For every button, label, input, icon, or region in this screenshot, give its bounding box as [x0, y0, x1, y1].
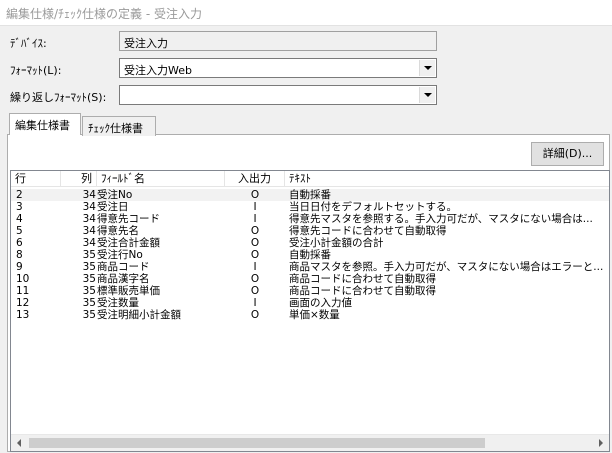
- io-type: O: [250, 225, 260, 237]
- format-label: ﾌｫｰﾏｯﾄ(L):: [10, 64, 62, 77]
- repeat-format-select[interactable]: [119, 85, 437, 105]
- table-row[interactable]: 3 34 受注日 I 当日日付をデフォルトセットする。: [11, 201, 609, 213]
- io-type: I: [253, 213, 257, 225]
- row-number: 4: [16, 213, 23, 225]
- list-header: 行 列 ﾌｨｰﾙﾄﾞ名 入出力 ﾃｷｽﾄ: [11, 171, 609, 187]
- column-number: 35: [82, 273, 96, 285]
- io-type: O: [250, 249, 260, 261]
- io-type: I: [253, 261, 257, 273]
- description-text: 得意先コードに合わせて自動取得: [289, 225, 447, 237]
- table-row[interactable]: 5 34 得意先名 O 得意先コードに合わせて自動取得: [11, 225, 609, 237]
- format-select[interactable]: 受注入力Web: [119, 58, 437, 78]
- field-name: 標準販売単価: [97, 285, 160, 297]
- tab-edit-spec[interactable]: 編集仕様書: [9, 113, 81, 135]
- description-text: 受注小計金額の合計: [289, 237, 384, 249]
- row-number: 6: [16, 237, 23, 249]
- column-number: 34: [82, 225, 96, 237]
- description-text: 得意先マスタを参照する。手入力可だが、マスタにない場合は...: [289, 213, 593, 225]
- detail-button[interactable]: 詳細(D)...: [531, 142, 604, 166]
- chevron-down-icon[interactable]: [419, 87, 435, 103]
- row-number: 9: [16, 261, 23, 273]
- horizontal-scrollbar[interactable]: [11, 434, 609, 451]
- io-type: I: [253, 201, 257, 213]
- repeat-format-label: 繰り返しﾌｫｰﾏｯﾄ(S):: [10, 91, 107, 104]
- column-number: 35: [82, 249, 96, 261]
- row-number: 11: [16, 285, 30, 297]
- chevron-down-icon[interactable]: [419, 60, 435, 76]
- description-text: 画面の入力値: [289, 297, 352, 309]
- field-name: 得意先名: [97, 225, 139, 237]
- io-type: O: [250, 189, 260, 201]
- field-name: 受注No: [97, 189, 133, 201]
- table-row[interactable]: 4 34 得意先コード I 得意先マスタを参照する。手入力可だが、マスタにない場合は..…: [11, 213, 609, 225]
- table-row[interactable]: 9 35 商品コード I 商品マスタを参照。手入力可だが、マスタにない場合はエラーと..…: [11, 261, 609, 273]
- scrollbar-thumb[interactable]: [29, 438, 485, 448]
- io-type: O: [250, 273, 260, 285]
- title-bar: 編集仕様/ﾁｪｯｸ仕様の定義 - 受注入力: [0, 0, 612, 26]
- row-number: 8: [16, 249, 23, 261]
- table-row[interactable]: 6 34 受注合計金額 O 受注小計金額の合計: [11, 237, 609, 249]
- device-label: ﾃﾞﾊﾞｲｽ:: [10, 37, 47, 50]
- io-type: I: [253, 297, 257, 309]
- description-text: 商品コードに合わせて自動取得: [289, 285, 436, 297]
- field-name: 得意先コード: [97, 213, 160, 225]
- device-field: 受注入力: [119, 31, 437, 51]
- table-row[interactable]: 11 35 標準販売単価 O 商品コードに合わせて自動取得: [11, 285, 609, 297]
- io-type: O: [250, 285, 260, 297]
- field-name: 受注日: [97, 201, 129, 213]
- field-name: 受注行No: [97, 249, 143, 261]
- column-number: 34: [82, 201, 96, 213]
- column-number: 35: [82, 285, 96, 297]
- row-number: 2: [16, 189, 23, 201]
- io-type: O: [250, 237, 260, 249]
- table-row[interactable]: 10 35 商品漢字名 O 商品コードに合わせて自動取得: [11, 273, 609, 285]
- row-number: 12: [16, 297, 30, 309]
- field-name: 商品漢字名: [97, 273, 150, 285]
- tab-check-spec[interactable]: ﾁｪｯｸ仕様書: [82, 116, 156, 136]
- window-title: 編集仕様/ﾁｪｯｸ仕様の定義 - 受注入力: [6, 7, 203, 21]
- column-header-field[interactable]: ﾌｨｰﾙﾄﾞ名: [97, 171, 225, 187]
- field-name: 商品コード: [97, 261, 150, 273]
- description-text: 単価×数量: [289, 309, 340, 321]
- io-type: O: [250, 309, 260, 321]
- table-row[interactable]: 12 35 受注数量 I 画面の入力値: [11, 297, 609, 309]
- column-number: 35: [82, 261, 96, 273]
- column-number: 34: [82, 213, 96, 225]
- column-header-row[interactable]: 行: [11, 171, 61, 187]
- table-row[interactable]: 2 34 受注No O 自動採番: [11, 189, 609, 201]
- field-name: 受注合計金額: [97, 237, 160, 249]
- arrow-right-icon[interactable]: [592, 435, 609, 451]
- column-header-col[interactable]: 列: [61, 171, 97, 187]
- arrow-left-icon[interactable]: [11, 435, 28, 451]
- format-select-value: 受注入力Web: [124, 64, 192, 77]
- description-text: 自動採番: [289, 249, 331, 261]
- description-text: 商品マスタを参照。手入力可だが、マスタにない場合はエラーと...: [289, 261, 604, 273]
- field-list[interactable]: 行 列 ﾌｨｰﾙﾄﾞ名 入出力 ﾃｷｽﾄ 2 34 受注No O 自動採番 3 34 受注日 I…: [10, 170, 610, 452]
- column-header-text[interactable]: ﾃｷｽﾄ: [285, 171, 609, 187]
- row-number: 10: [16, 273, 30, 285]
- field-name: 受注明細小計金額: [97, 309, 181, 321]
- column-number: 35: [82, 309, 96, 321]
- table-row[interactable]: 13 35 受注明細小計金額 O 単価×数量: [11, 309, 609, 321]
- row-number: 3: [16, 201, 23, 213]
- column-header-io[interactable]: 入出力: [225, 171, 285, 187]
- table-row[interactable]: 8 35 受注行No O 自動採番: [11, 249, 609, 261]
- field-name: 受注数量: [97, 297, 139, 309]
- column-number: 34: [82, 189, 96, 201]
- description-text: 当日日付をデフォルトセットする。: [289, 201, 457, 213]
- row-number: 13: [16, 309, 30, 321]
- description-text: 商品コードに合わせて自動取得: [289, 273, 436, 285]
- column-number: 35: [82, 297, 96, 309]
- row-number: 5: [16, 225, 23, 237]
- description-text: 自動採番: [289, 189, 331, 201]
- column-number: 34: [82, 237, 96, 249]
